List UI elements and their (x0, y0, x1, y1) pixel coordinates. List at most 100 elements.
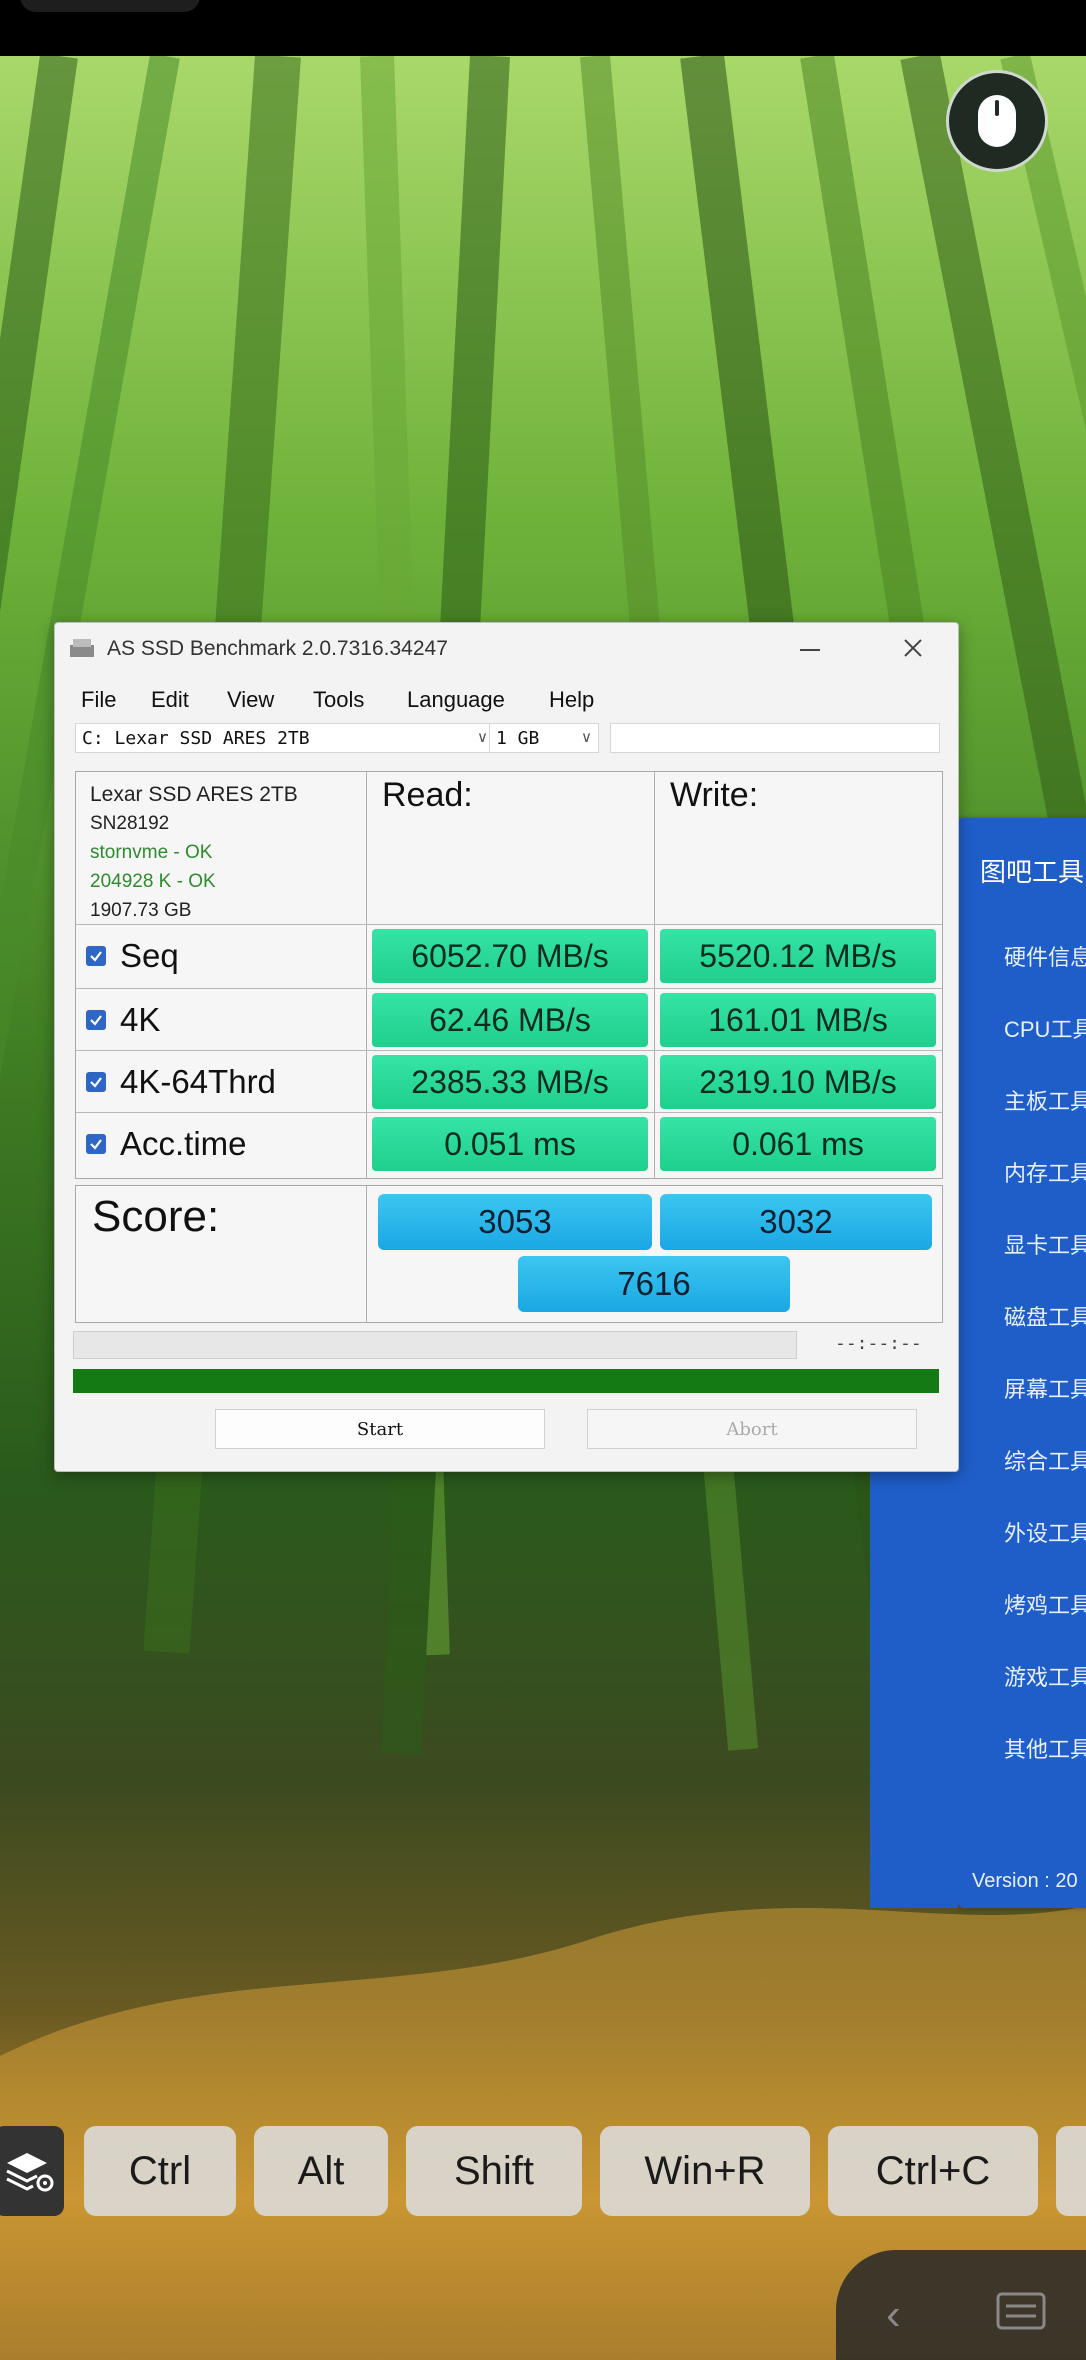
grid-divider (76, 988, 942, 989)
tool-panel-item[interactable]: 综合工具 (1004, 1444, 1086, 1476)
checkbox-checked-icon[interactable] (86, 1010, 106, 1030)
elapsed-time: --:--:-- (835, 1333, 922, 1354)
shortcut-key-bar: Ctrl Alt Shift Win+R Ctrl+C (0, 2126, 1086, 2218)
as-ssd-window: AS SSD Benchmark 2.0.7316.34247 File Edi… (54, 622, 959, 1472)
status-bar (0, 0, 1086, 56)
grid-divider (366, 1186, 367, 1322)
alignment-status: 204928 K - OK (90, 871, 216, 892)
keyboard-icon[interactable] (996, 2290, 1046, 2334)
menu-view[interactable]: View (227, 687, 274, 713)
test-row-4k[interactable]: 4K (76, 990, 160, 1050)
drive-capacity: 1907.73 GB (90, 900, 192, 921)
grid-divider (654, 772, 655, 1178)
layers-settings-icon (6, 2153, 54, 2192)
grid-divider (76, 1050, 942, 1051)
tool-panel-item[interactable]: 硬件信息 (1004, 940, 1086, 972)
test-row-4k-64thrd[interactable]: 4K-64Thrd (76, 1052, 276, 1112)
total-progress-bar (73, 1369, 939, 1393)
key-ctrl[interactable]: Ctrl (84, 2126, 236, 2216)
status-pill (20, 0, 200, 12)
grid-divider (366, 772, 367, 1178)
4k64-read-value: 2385.33 MB/s (372, 1055, 648, 1109)
tool-panel-extension (870, 1418, 958, 1908)
blank-field (610, 723, 940, 753)
tool-panel-item[interactable]: 内存工具 (1004, 1156, 1086, 1188)
4k-write-value: 161.01 MB/s (660, 993, 936, 1047)
menu-edit[interactable]: Edit (151, 687, 189, 713)
remote-desktop-screen: 图吧工具 硬件信息 CPU工具 主板工具 内存工具 显卡工具 磁盘工具 屏幕工具… (0, 0, 1086, 2360)
score-panel: Score: 3053 3032 7616 (75, 1185, 943, 1323)
tool-panel: 图吧工具 硬件信息 CPU工具 主板工具 内存工具 显卡工具 磁盘工具 屏幕工具… (870, 818, 1086, 1908)
minimize-icon (800, 649, 820, 651)
test-row-seq[interactable]: Seq (76, 926, 179, 986)
checkbox-checked-icon[interactable] (86, 1072, 106, 1092)
mouse-icon (978, 95, 1016, 147)
chevron-down-icon: ∨ (477, 728, 488, 746)
score-label: Score: (92, 1192, 220, 1241)
mouse-mode-button[interactable] (946, 70, 1048, 172)
key-win-r[interactable]: Win+R (600, 2126, 810, 2216)
test-progress-track (73, 1331, 797, 1359)
menu-tools[interactable]: Tools (313, 687, 364, 713)
checkbox-checked-icon[interactable] (86, 1134, 106, 1154)
floating-toolbar: ‹ (836, 2250, 1086, 2360)
key-alt[interactable]: Alt (254, 2126, 388, 2216)
driver-status: stornvme - OK (90, 842, 213, 863)
key-shift[interactable]: Shift (406, 2126, 582, 2216)
tool-panel-item[interactable]: 磁盘工具 (1004, 1300, 1086, 1332)
test-row-acc-time[interactable]: Acc.time (76, 1114, 247, 1174)
drive-serial: SN28192 (90, 813, 170, 834)
window-titlebar[interactable]: AS SSD Benchmark 2.0.7316.34247 (55, 623, 958, 675)
menu-file[interactable]: File (81, 687, 116, 713)
size-select-value: 1 GB (496, 728, 540, 749)
seq-read-value: 6052.70 MB/s (372, 929, 648, 983)
key-ctrl-c[interactable]: Ctrl+C (828, 2126, 1038, 2216)
menu-bar: File Edit View Tools Language Help (55, 683, 958, 715)
write-header: Write: (670, 776, 759, 814)
4k64-write-value: 2319.10 MB/s (660, 1055, 936, 1109)
chevron-down-icon: ∨ (581, 728, 592, 746)
4k-read-value: 62.46 MB/s (372, 993, 648, 1047)
tool-panel-item[interactable]: 外设工具 (1004, 1516, 1086, 1548)
close-icon (904, 639, 922, 657)
read-header: Read: (382, 776, 473, 814)
drive-select-value: C: Lexar SSD ARES 2TB (82, 728, 310, 749)
tool-panel-title: 图吧工具 (980, 857, 1085, 887)
tool-panel-version: Version : 20 (972, 1870, 1078, 1892)
menu-language[interactable]: Language (407, 687, 505, 713)
read-score: 3053 (378, 1194, 652, 1250)
write-score: 3032 (660, 1194, 932, 1250)
close-button[interactable] (893, 633, 933, 663)
grid-divider (76, 1112, 942, 1113)
test-label: 4K-64Thrd (120, 1063, 276, 1100)
tool-panel-item[interactable]: 显卡工具 (1004, 1228, 1086, 1260)
test-label: Seq (120, 937, 179, 974)
acc-write-value: 0.061 ms (660, 1117, 936, 1171)
tool-panel-item[interactable]: 游戏工具 (1004, 1660, 1086, 1692)
minimize-button[interactable] (790, 637, 830, 663)
menu-help[interactable]: Help (549, 687, 594, 713)
chevron-left-icon[interactable]: ‹ (886, 2290, 901, 2340)
acc-read-value: 0.051 ms (372, 1117, 648, 1171)
tool-panel-item[interactable]: 其他工具 (1004, 1732, 1086, 1764)
drive-select[interactable]: C: Lexar SSD ARES 2TB ∨ (75, 723, 495, 753)
tool-panel-item[interactable]: CPU工具 (1004, 1012, 1086, 1044)
size-select[interactable]: 1 GB ∨ (489, 723, 599, 753)
drive-info: Lexar SSD ARES 2TB SN28192 stornvme - OK… (90, 780, 298, 925)
window-title: AS SSD Benchmark 2.0.7316.34247 (107, 637, 448, 660)
app-disk-icon (70, 639, 94, 657)
tool-panel-item[interactable]: 屏幕工具 (1004, 1372, 1086, 1404)
start-button[interactable]: Start (215, 1409, 545, 1449)
checkbox-checked-icon[interactable] (86, 946, 106, 966)
drive-name: Lexar SSD ARES 2TB (90, 783, 298, 806)
key-settings-button[interactable] (0, 2126, 64, 2216)
results-grid: Lexar SSD ARES 2TB SN28192 stornvme - OK… (75, 771, 943, 1179)
key-more[interactable] (1056, 2126, 1086, 2216)
test-label: Acc.time (120, 1125, 247, 1162)
tool-panel-item[interactable]: 主板工具 (1004, 1084, 1086, 1116)
test-label: 4K (120, 1001, 161, 1038)
seq-write-value: 5520.12 MB/s (660, 929, 936, 983)
tool-panel-item[interactable]: 烤鸡工具 (1004, 1588, 1086, 1620)
total-score: 7616 (518, 1256, 790, 1312)
abort-button[interactable]: Abort (587, 1409, 917, 1449)
